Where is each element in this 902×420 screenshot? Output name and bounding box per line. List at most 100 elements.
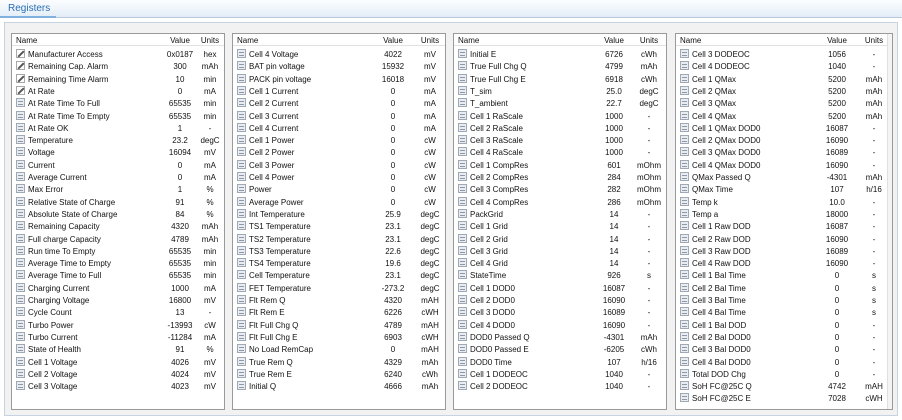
register-row[interactable]: Cell 1 DOD0 16087 - <box>454 282 666 294</box>
register-row[interactable]: Cell 3 Voltage 4023 mV <box>12 380 224 392</box>
register-panel-1[interactable]: Name Value Units Manufacturer Access 0x01… <box>11 33 225 410</box>
header-value[interactable]: Value <box>818 36 856 45</box>
register-row[interactable]: Cell 1 CompRes 601 mOhm <box>454 159 666 171</box>
register-row[interactable]: Initial E 6726 cWh <box>454 48 666 60</box>
register-row[interactable]: Full charge Capacity 4789 mAh <box>12 233 224 245</box>
register-row[interactable]: Cell 4 CompRes 286 mOhm <box>454 196 666 208</box>
register-row[interactable]: Charging Current 1000 mA <box>12 282 224 294</box>
header-value[interactable]: Value <box>373 36 413 45</box>
register-row[interactable]: No Load RemCap 0 mAH <box>233 343 445 355</box>
register-row[interactable]: SoH FC@25C E 7028 cWH <box>676 392 892 404</box>
register-row[interactable]: DOD0 Passed Q -4301 mAh <box>454 331 666 343</box>
register-row[interactable]: Cell 3 Current 0 mA <box>233 110 445 122</box>
register-row[interactable]: Cell 2 QMax DOD0 16090 - <box>676 134 892 146</box>
register-row[interactable]: True Full Chg Q 4799 mAh <box>454 60 666 72</box>
register-row[interactable]: Int Temperature 25.9 degC <box>233 208 445 220</box>
register-row[interactable]: Cell 3 QMax DOD0 16089 - <box>676 146 892 158</box>
register-row[interactable]: Turbo Power -13993 cW <box>12 319 224 331</box>
register-row[interactable]: Cell 2 Raw DOD 16090 - <box>676 233 892 245</box>
register-panel-2[interactable]: Name Value Units Cell 4 Voltage 4022 mV BAT… <box>232 33 446 410</box>
register-row[interactable]: TS4 Temperature 19.6 degC <box>233 257 445 269</box>
register-row[interactable]: T_sim 25.0 degC <box>454 85 666 97</box>
register-row[interactable]: Cell 1 Current 0 mA <box>233 85 445 97</box>
register-row[interactable]: Cell 4 QMax 5200 mAh <box>676 110 892 122</box>
register-row[interactable]: Cell 3 QMax 5200 mAh <box>676 97 892 109</box>
register-row[interactable]: Cell 3 Power 0 cW <box>233 159 445 171</box>
register-row[interactable]: Flt Full Chg E 6903 cWH <box>233 331 445 343</box>
register-row[interactable]: Cell 1 QMax DOD0 16087 - <box>676 122 892 134</box>
register-row[interactable]: Cell 2 Power 0 cW <box>233 146 445 158</box>
register-value[interactable]: 300 <box>164 62 196 71</box>
register-row[interactable]: Temp k 10.0 - <box>676 196 892 208</box>
register-row[interactable]: Average Power 0 cW <box>233 196 445 208</box>
register-row[interactable]: Cell 3 Grid 14 - <box>454 245 666 257</box>
edit-icon[interactable] <box>16 85 25 95</box>
register-row[interactable]: Cell 3 RaScale 1000 - <box>454 134 666 146</box>
register-row[interactable]: Cell 4 Bal Time 0 s <box>676 306 892 318</box>
register-row[interactable]: TS3 Temperature 22.6 degC <box>233 245 445 257</box>
register-row[interactable]: Cell 4 DODEOC 1040 - <box>676 60 892 72</box>
register-row[interactable]: At Rate Time To Empty 65535 min <box>12 110 224 122</box>
register-row[interactable]: Cell 4 Power 0 cW <box>233 171 445 183</box>
header-units[interactable]: Units <box>860 36 888 45</box>
register-row[interactable]: Cell 4 RaScale 1000 - <box>454 146 666 158</box>
register-row[interactable]: Remaining Capacity 4320 mAh <box>12 220 224 232</box>
header-name[interactable]: Name <box>680 36 701 45</box>
register-row[interactable]: Cell 4 Bal DOD0 0 - <box>676 356 892 368</box>
register-row[interactable]: True Rem Q 4329 mAh <box>233 356 445 368</box>
register-row[interactable]: Cell 2 RaScale 1000 - <box>454 122 666 134</box>
register-row[interactable]: BAT pin voltage 15932 mV <box>233 60 445 72</box>
register-row[interactable]: T_ambient 22.7 degC <box>454 97 666 109</box>
register-row[interactable]: Manufacturer Access 0x0187 hex <box>12 48 224 60</box>
register-row[interactable]: Cell 2 Current 0 mA <box>233 97 445 109</box>
register-row[interactable]: Average Current 0 mA <box>12 171 224 183</box>
register-row[interactable]: True Full Chg E 6918 cWh <box>454 73 666 85</box>
register-row[interactable]: Initial Q 4666 mAh <box>233 380 445 392</box>
header-units[interactable]: Units <box>200 36 220 45</box>
register-row[interactable]: At Rate Time To Full 65535 min <box>12 97 224 109</box>
header-name[interactable]: Name <box>16 36 37 45</box>
register-row[interactable]: DOD0 Passed E -6205 cWh <box>454 343 666 355</box>
register-row[interactable]: At Rate OK 1 - <box>12 122 224 134</box>
register-row[interactable]: Cell 4 Current 0 mA <box>233 122 445 134</box>
register-row[interactable]: Cell 3 Bal Time 0 s <box>676 294 892 306</box>
register-row[interactable]: Cell 1 Grid 14 - <box>454 220 666 232</box>
register-row[interactable]: At Rate 0 mA <box>12 85 224 97</box>
register-row[interactable]: Cell 3 Raw DOD 16089 - <box>676 245 892 257</box>
register-row[interactable]: Cell 4 Voltage 4022 mV <box>233 48 445 60</box>
register-row[interactable]: Cell 4 QMax DOD0 16090 - <box>676 159 892 171</box>
register-row[interactable]: Voltage 16094 mV <box>12 146 224 158</box>
register-row[interactable]: Power 0 cW <box>233 183 445 195</box>
header-units[interactable]: Units <box>417 36 443 45</box>
register-row[interactable]: State of Health 91% <box>12 343 224 355</box>
register-row[interactable]: Cell 4 Grid 14 - <box>454 257 666 269</box>
register-row[interactable]: Cell 4 DOD0 16090 - <box>454 319 666 331</box>
register-row[interactable]: Cell 3 DODEOC 1056 - <box>676 48 892 60</box>
register-row[interactable]: Cell 4 Raw DOD 16090 - <box>676 257 892 269</box>
register-row[interactable]: Temp a 18000 - <box>676 208 892 220</box>
register-row[interactable]: Cell 2 Bal DOD0 0 - <box>676 331 892 343</box>
register-row[interactable]: Cycle Count 13 - <box>12 306 224 318</box>
register-row[interactable]: Cell 2 DODEOC 1040 - <box>454 380 666 392</box>
register-row[interactable]: Cell 2 DOD0 16090 - <box>454 294 666 306</box>
register-row[interactable]: Cell 3 CompRes 282 mOhm <box>454 183 666 195</box>
register-row[interactable]: Cell 1 DODEOC 1040 - <box>454 368 666 380</box>
register-row[interactable]: TS1 Temperature 23.1 degC <box>233 220 445 232</box>
register-row[interactable]: Cell 1 Power 0 cW <box>233 134 445 146</box>
register-row[interactable]: DOD0 Time 107 h/16 <box>454 356 666 368</box>
register-row[interactable]: Cell 1 Bal DOD 0 - <box>676 319 892 331</box>
header-units[interactable]: Units <box>636 36 662 45</box>
header-value[interactable]: Value <box>594 36 634 45</box>
edit-icon[interactable] <box>16 61 25 71</box>
register-row[interactable]: Max Error 1% <box>12 183 224 195</box>
register-row[interactable]: Charging Voltage 16800 mV <box>12 294 224 306</box>
register-row[interactable]: Cell 2 Voltage 4024 mV <box>12 368 224 380</box>
register-row[interactable]: Average Time to Full 65535 min <box>12 269 224 281</box>
register-row[interactable]: Cell 2 CompRes 284 mOhm <box>454 171 666 183</box>
register-row[interactable]: Total DOD Chg 0 - <box>676 368 892 380</box>
register-value[interactable]: 10 <box>164 75 196 84</box>
register-panel-4[interactable]: Name Value Units Cell 3 DODEOC 1056- Cell … <box>675 33 893 410</box>
register-row[interactable]: Average Time to Empty 65535 min <box>12 257 224 269</box>
register-row[interactable]: Remaining Cap. Alarm 300 mAh <box>12 60 224 72</box>
register-row[interactable]: Cell 2 QMax 5200 mAh <box>676 85 892 97</box>
